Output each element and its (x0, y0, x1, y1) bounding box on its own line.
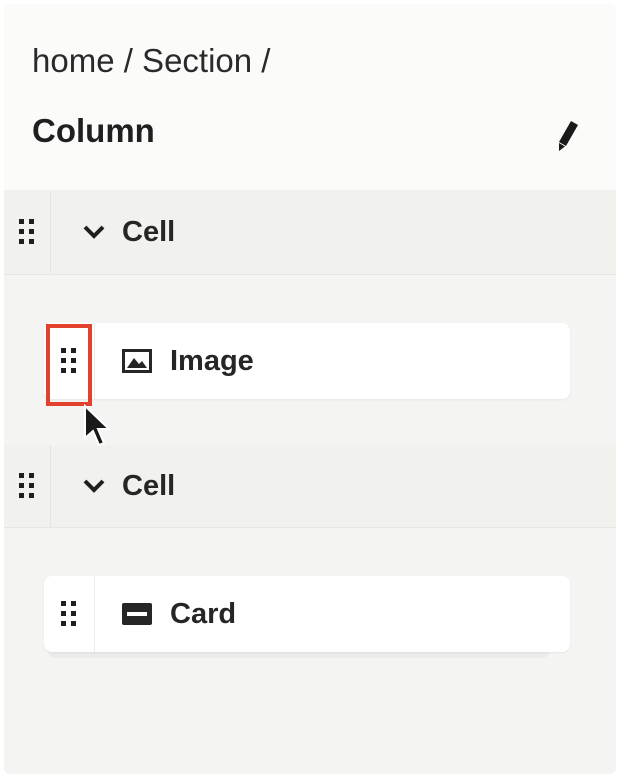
tree-row-cell[interactable]: Cell (4, 190, 616, 275)
drag-handle[interactable] (4, 445, 51, 527)
drag-handle-icon (61, 348, 76, 373)
tree-item-image[interactable]: Image (44, 323, 570, 399)
tree-item-card[interactable]: Card (44, 576, 570, 652)
item-label: Image (170, 344, 254, 377)
layer-panel: home / Section / Column Cell Image Cell … (4, 4, 616, 774)
breadcrumb[interactable]: home / Section / (32, 42, 270, 80)
pencil-icon (559, 121, 578, 151)
expand-toggle[interactable]: Cell (80, 445, 175, 527)
cell-children: Image (4, 275, 616, 445)
drag-handle-icon (19, 473, 34, 498)
page-title: Column (32, 112, 155, 149)
drag-handle[interactable] (44, 576, 95, 652)
card-icon (122, 576, 152, 652)
chevron-down-icon (80, 472, 108, 500)
item-label: Card (170, 597, 237, 630)
drag-handle-icon (19, 219, 34, 244)
drag-handle-icon (61, 601, 76, 626)
cell-label: Cell (122, 215, 176, 248)
panel-header: home / Section / Column (4, 4, 616, 190)
drag-handle[interactable] (4, 190, 51, 274)
expand-toggle[interactable]: Cell (80, 190, 175, 274)
image-icon (122, 323, 152, 399)
chevron-down-icon (80, 218, 108, 246)
cell-children: Card (4, 528, 616, 774)
tree-row-cell[interactable]: Cell (4, 445, 616, 528)
drag-handle[interactable] (44, 323, 95, 399)
edit-button[interactable] (550, 116, 586, 156)
cell-label: Cell (122, 469, 176, 502)
